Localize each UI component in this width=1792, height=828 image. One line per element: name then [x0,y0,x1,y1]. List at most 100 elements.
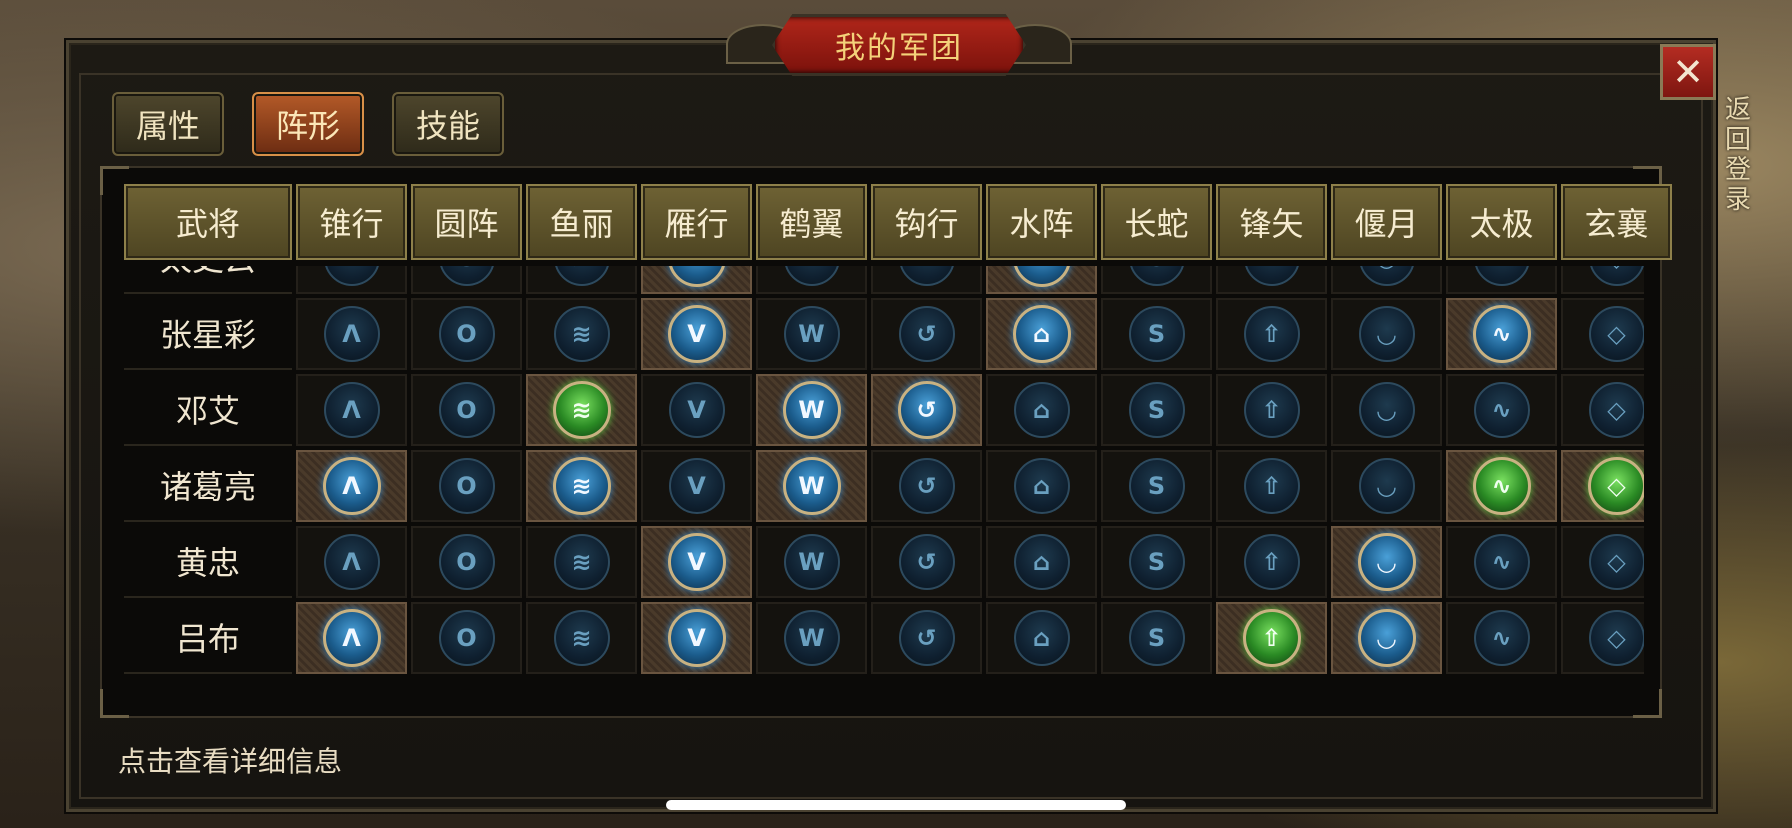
formation-cell[interactable]: ↺ [871,266,982,294]
formation-cell[interactable]: ⌂ [986,526,1097,598]
return-login-button[interactable]: 返回登录 [1718,95,1758,215]
formation-cell[interactable]: W [756,450,867,522]
formation-cell[interactable]: ◇ [1561,298,1644,370]
formation-cell[interactable]: ◡ [1331,526,1442,598]
formation-icon: ≋ [553,534,610,590]
formation-cell[interactable]: V [641,266,752,294]
formation-cell[interactable]: ≋ [526,266,637,294]
formation-cell[interactable]: O [411,266,522,294]
formation-cell[interactable]: ◡ [1331,266,1442,294]
formation-cell[interactable]: ∿ [1446,374,1557,446]
formation-icon: W [783,306,840,362]
formation-cell[interactable]: Λ [296,298,407,370]
formation-cell[interactable]: V [641,374,752,446]
formation-icon: ◇ [1588,382,1644,438]
formation-icon: ⌂ [1013,534,1070,590]
formation-cell[interactable]: ∿ [1446,450,1557,522]
formation-cell[interactable]: ⌂ [986,298,1097,370]
table-row[interactable]: 黄忠 Λ O ≋ V W ↺ ⌂ S ⇧ ◡ ∿ ◇ [124,526,1644,598]
formation-cell[interactable]: ↺ [871,374,982,446]
header-formation: 太极 [1446,184,1557,260]
tab-attributes[interactable]: 属性 [112,92,224,156]
formation-cell[interactable]: O [411,374,522,446]
formation-cell[interactable]: O [411,602,522,674]
table-row[interactable]: 邓艾 Λ O ≋ V W ↺ ⌂ S ⇧ ◡ ∿ ◇ [124,374,1644,446]
formation-cell[interactable]: ◇ [1561,602,1644,674]
formation-cell[interactable]: ◡ [1331,298,1442,370]
formation-cell[interactable]: W [756,298,867,370]
formation-cell[interactable]: V [641,526,752,598]
formation-icon: ≋ [552,457,611,515]
table-body[interactable]: 太史云ΛO≋VW↺⌂S⇧◡∿◇张星彩ΛO≋VW↺⌂S⇧◡∿◇邓艾ΛO≋VW↺⌂S… [124,266,1644,698]
formation-cell[interactable]: S [1101,602,1212,674]
table-row[interactable]: 张星彩 Λ O ≋ V W ↺ ⌂ S ⇧ ◡ ∿ ◇ [124,298,1644,370]
formation-cell[interactable]: ↺ [871,602,982,674]
formation-icon: ⇧ [1243,458,1300,514]
formation-cell[interactable]: V [641,450,752,522]
formation-cell[interactable]: W [756,602,867,674]
tab-skills[interactable]: 技能 [392,92,504,156]
formation-cell[interactable]: Λ [296,450,407,522]
formation-cell[interactable]: ◡ [1331,602,1442,674]
formation-cell[interactable]: V [641,602,752,674]
home-indicator[interactable] [666,800,1126,810]
formation-cell[interactable]: S [1101,450,1212,522]
formation-cell[interactable]: ◇ [1561,450,1644,522]
formation-cell[interactable]: W [756,526,867,598]
formation-cell[interactable]: Λ [296,602,407,674]
formation-cell[interactable]: ⌂ [986,450,1097,522]
formation-cell[interactable]: Λ [296,526,407,598]
formation-cell[interactable]: S [1101,266,1212,294]
formation-cell[interactable]: ∿ [1446,298,1557,370]
formation-cell[interactable]: ⇧ [1216,266,1327,294]
general-name: 邓艾 [124,374,292,446]
formation-cell[interactable]: W [756,374,867,446]
formation-cell[interactable]: ⇧ [1216,450,1327,522]
formation-cell[interactable]: O [411,526,522,598]
formation-cell[interactable]: ↺ [871,450,982,522]
formation-cell[interactable]: ⇧ [1216,602,1327,674]
formation-cell[interactable]: S [1101,374,1212,446]
formation-cell[interactable]: S [1101,298,1212,370]
formation-cell[interactable]: ◇ [1561,526,1644,598]
tab-formation[interactable]: 阵形 [252,92,364,156]
header-general: 武将 [124,184,292,260]
window-title: 我的军团 [772,14,1026,76]
table-row[interactable]: 诸葛亮 Λ O ≋ V W ↺ ⌂ S ⇧ ◡ ∿ ◇ [124,450,1644,522]
formation-cell[interactable]: ↺ [871,526,982,598]
formation-cell[interactable]: ≋ [526,374,637,446]
general-name: 太史云 [124,266,292,294]
formation-icon: W [782,457,841,515]
formation-cell[interactable]: W [756,266,867,294]
formation-cell[interactable]: ∿ [1446,526,1557,598]
formation-cell[interactable]: ⇧ [1216,526,1327,598]
formation-cell[interactable]: S [1101,526,1212,598]
formation-icon: ≋ [553,610,610,666]
formation-cell[interactable]: ◡ [1331,374,1442,446]
formation-cell[interactable]: ≋ [526,298,637,370]
formation-cell[interactable]: O [411,450,522,522]
formation-cell[interactable]: ≋ [526,602,637,674]
formation-cell[interactable]: ∿ [1446,602,1557,674]
formation-cell[interactable]: ⌂ [986,374,1097,446]
close-button[interactable]: ✕ [1660,44,1716,100]
formation-cell[interactable]: ◇ [1561,374,1644,446]
formation-cell[interactable]: V [641,298,752,370]
formation-icon: V [667,533,726,591]
formation-cell[interactable]: ≋ [526,526,637,598]
formation-cell[interactable]: Λ [296,374,407,446]
formation-cell[interactable]: ⌂ [986,602,1097,674]
table-row[interactable]: 吕布 Λ O ≋ V W ↺ ⌂ S ⇧ ◡ ∿ ◇ [124,602,1644,674]
table-row[interactable]: 太史云 Λ O ≋ V W ↺ ⌂ S ⇧ ◡ ∿ ◇ [124,266,1644,294]
formation-cell[interactable]: Λ [296,266,407,294]
formation-cell[interactable]: ∿ [1446,266,1557,294]
formation-cell[interactable]: O [411,298,522,370]
formation-cell[interactable]: ◇ [1561,266,1644,294]
formation-cell[interactable]: ⇧ [1216,374,1327,446]
formation-cell[interactable]: ◡ [1331,450,1442,522]
formation-cell[interactable]: ≋ [526,450,637,522]
hint-text: 点击查看详细信息 [118,745,343,778]
formation-cell[interactable]: ⇧ [1216,298,1327,370]
formation-cell[interactable]: ⌂ [986,266,1097,294]
formation-cell[interactable]: ↺ [871,298,982,370]
